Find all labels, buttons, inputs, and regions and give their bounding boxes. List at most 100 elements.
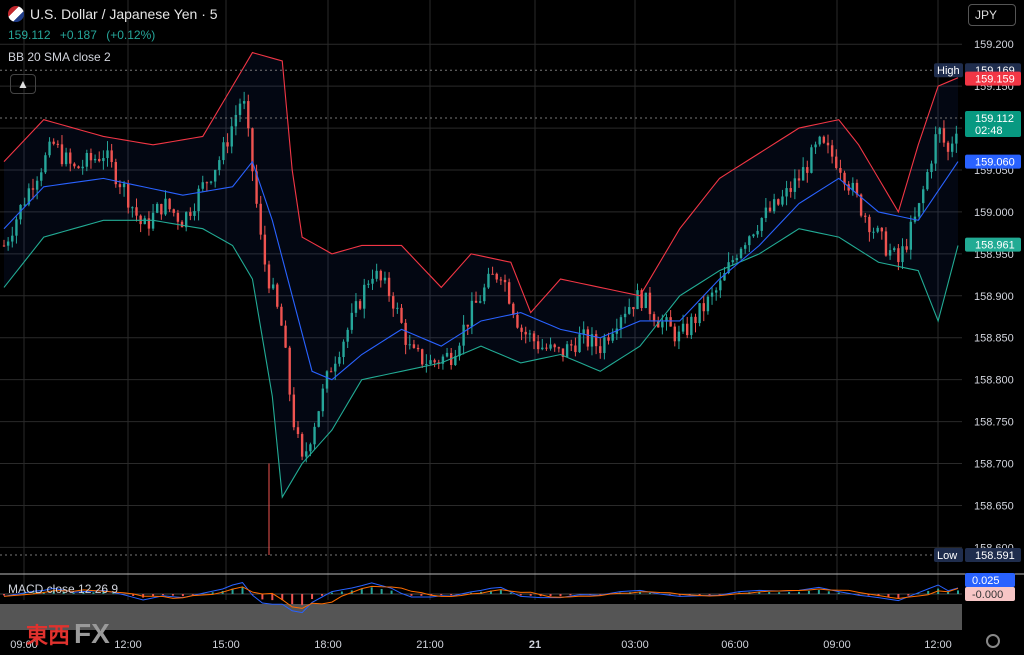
- y-tick-label: 158.650: [974, 500, 1014, 512]
- candle-body: [305, 451, 308, 457]
- candle-body: [785, 188, 788, 197]
- candle-body: [570, 344, 573, 346]
- y-tick-label: 159.200: [974, 39, 1014, 51]
- y-tick-label: 158.750: [974, 417, 1014, 429]
- candle-body: [317, 411, 320, 427]
- macd-tag-value: 0.025: [972, 575, 1000, 587]
- price-tag-value: 159.159: [975, 74, 1015, 86]
- candle-body: [507, 282, 511, 304]
- candle-body: [536, 341, 540, 350]
- quote-line: 159.112 +0.187 (+0.12%): [8, 28, 161, 42]
- candle-body: [764, 207, 768, 219]
- candle-body: [528, 333, 532, 335]
- candle-body: [358, 301, 362, 309]
- candle-body: [673, 326, 676, 342]
- candle-body: [532, 333, 536, 342]
- candle-body: [520, 327, 523, 332]
- candle-body: [826, 142, 830, 146]
- candle-body: [44, 155, 47, 173]
- candle-body: [60, 144, 64, 165]
- candle-body: [934, 134, 937, 164]
- price-tag-value: 159.060: [975, 157, 1015, 169]
- candle-body: [73, 163, 76, 167]
- candle-body: [2, 245, 6, 247]
- candle-body: [263, 234, 267, 265]
- y-tick-label: 158.800: [974, 375, 1014, 387]
- candle-body: [669, 317, 672, 327]
- candle-body: [445, 352, 449, 357]
- candle-body: [594, 334, 598, 347]
- price-chart[interactable]: 159.200159.150159.100159.050159.000158.9…: [0, 0, 1024, 655]
- candle-body: [280, 306, 283, 326]
- macd-pane: 0.025 -0.000: [0, 573, 1024, 630]
- chart-root[interactable]: 159.200159.150159.100159.050159.000158.9…: [0, 0, 1024, 655]
- candle-body: [102, 158, 105, 162]
- candle-body: [77, 166, 80, 169]
- candle-body: [131, 207, 134, 209]
- candle-body: [545, 347, 548, 349]
- candle-body: [321, 388, 325, 412]
- candle-body: [371, 278, 374, 284]
- candle-body: [466, 324, 469, 327]
- x-tick-label: 21:00: [416, 639, 444, 651]
- macd-indicator-label[interactable]: MACD close 12 26 9: [8, 582, 118, 596]
- candle-body: [238, 103, 242, 115]
- bb-indicator-label[interactable]: BB 20 SMA close 2: [8, 50, 111, 64]
- candle-body: [599, 346, 602, 354]
- symbol-title[interactable]: U.S. Dollar / Japanese Yen · 5: [30, 6, 218, 22]
- candle-body: [478, 301, 482, 303]
- candle-body: [503, 279, 507, 283]
- price-tag-value: 158.591: [975, 550, 1015, 562]
- candle-body: [714, 290, 718, 293]
- candle-body: [81, 166, 84, 169]
- candle-body: [122, 183, 126, 188]
- candle-body: [603, 337, 606, 354]
- candle-body: [15, 219, 18, 236]
- candle-body: [309, 444, 312, 452]
- candle-body: [702, 303, 705, 312]
- candle-body: [760, 218, 763, 231]
- candle-body: [284, 325, 287, 348]
- candle-body: [247, 101, 250, 129]
- candle-body: [416, 347, 420, 350]
- candle-body: [549, 344, 552, 349]
- candle-body: [52, 141, 55, 144]
- candle-body: [487, 273, 490, 288]
- currency-button[interactable]: JPY: [968, 4, 1016, 26]
- candle-body: [822, 136, 826, 143]
- candle-body: [686, 323, 689, 336]
- candle-body: [334, 363, 337, 372]
- candle-body: [623, 313, 627, 318]
- price-tag-label: Low: [937, 550, 957, 562]
- y-tick-label: 159.000: [974, 207, 1014, 219]
- candle-body: [781, 196, 784, 205]
- candle-body: [234, 114, 238, 127]
- candle-body: [48, 141, 51, 156]
- candle-body: [329, 371, 333, 373]
- candle-body: [938, 128, 941, 135]
- candle-body: [553, 344, 556, 348]
- gear-icon[interactable]: [986, 634, 1000, 648]
- candle-body: [35, 180, 39, 190]
- candle-body: [433, 360, 436, 363]
- candle-body: [690, 316, 693, 336]
- candle-body: [412, 344, 416, 348]
- candle-body: [909, 221, 912, 250]
- candle-body: [772, 199, 776, 212]
- candle-body: [222, 142, 225, 161]
- collapse-indicators-button[interactable]: ▲: [10, 74, 36, 94]
- candle-body: [922, 189, 925, 204]
- candle-body: [930, 163, 933, 173]
- candle-body: [226, 142, 229, 147]
- candle-body: [888, 250, 892, 256]
- candle-body: [379, 270, 382, 281]
- candle-body: [338, 357, 341, 364]
- candle-body: [325, 371, 329, 389]
- candle-body: [777, 199, 780, 205]
- candle-body: [425, 364, 428, 366]
- candle-body: [644, 292, 647, 309]
- candle-body: [89, 153, 93, 161]
- y-tick-label: 158.700: [974, 459, 1014, 471]
- candle-body: [160, 203, 163, 215]
- candle-body: [797, 178, 801, 181]
